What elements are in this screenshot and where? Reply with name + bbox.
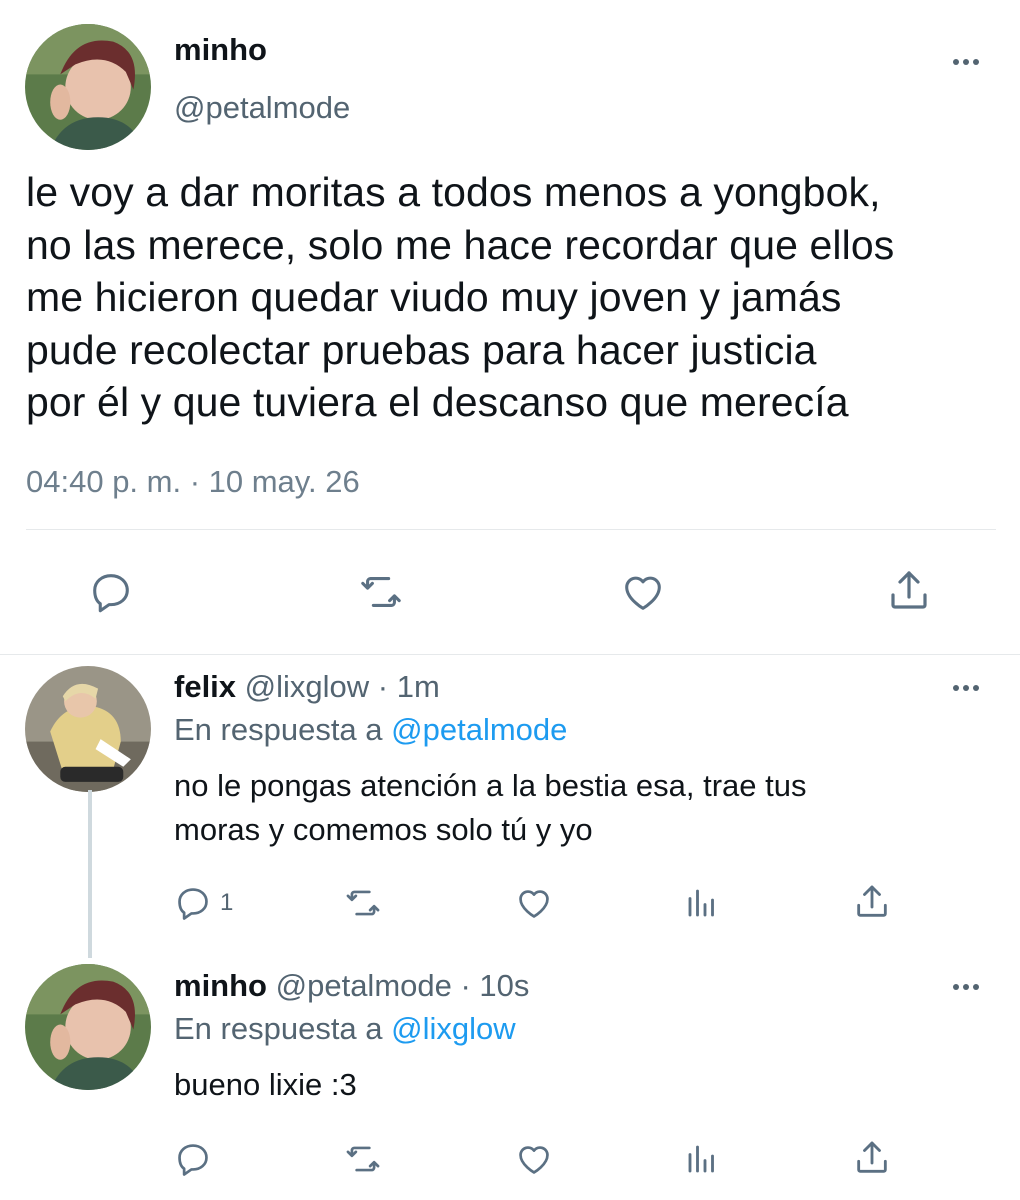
like-icon <box>519 890 549 918</box>
tweet-text-line: pude recolectar pruebas para hacer justi… <box>26 326 817 373</box>
analytics-icon <box>688 1145 714 1173</box>
share-icon <box>891 571 927 609</box>
reply-icon <box>93 574 129 613</box>
retweet-button[interactable] <box>343 1140 383 1178</box>
reply-count: 1 <box>220 889 234 916</box>
avatar-minho-main[interactable] <box>25 24 151 150</box>
like-icon <box>625 576 661 610</box>
more-options-icon[interactable] <box>946 678 986 698</box>
tweet-text: le voy a dar moritas a todos menos a yon… <box>26 166 1011 429</box>
reply-author-handle[interactable]: @petalmode <box>276 968 452 1003</box>
reply-header: felix @lixglow · 1m <box>174 667 440 707</box>
reply-author-name[interactable]: felix <box>174 669 236 704</box>
author-name[interactable]: minho <box>174 30 267 70</box>
reply-icon <box>178 1144 208 1176</box>
replying-to: En respuesta a @lixglow <box>174 1009 516 1049</box>
replying-to-prefix: En respuesta a <box>174 712 383 747</box>
more-options-icon[interactable] <box>946 52 986 72</box>
reply-time[interactable]: · 10s <box>461 968 530 1003</box>
reply-author-name[interactable]: minho <box>174 968 267 1003</box>
tweet-text-line: por él y que tuviera el descanso que mer… <box>26 379 849 425</box>
tweet-text-line: me hicieron quedar viudo muy joven y jam… <box>26 274 842 320</box>
thread-line <box>88 790 92 958</box>
divider <box>0 654 1020 655</box>
tweet-timestamp[interactable]: 04:40 p. m. · 10 may. 26 <box>26 460 360 504</box>
reply-time[interactable]: · 1m <box>378 669 440 704</box>
replying-to: En respuesta a @petalmode <box>174 710 567 750</box>
retweet-icon <box>346 1146 380 1172</box>
more-options-icon[interactable] <box>946 977 986 997</box>
like-button[interactable] <box>514 884 554 922</box>
retweet-icon <box>346 890 380 916</box>
share-button[interactable] <box>852 1138 892 1178</box>
tweet-text-line: le voy a dar moritas a todos menos a yon… <box>26 169 881 215</box>
retweet-icon <box>361 577 401 607</box>
analytics-button[interactable] <box>684 884 720 922</box>
share-icon <box>857 885 887 917</box>
share-icon <box>857 1141 887 1173</box>
analytics-icon <box>688 889 714 917</box>
reply-icon <box>178 888 208 920</box>
reply-button[interactable]: 1 <box>174 884 233 922</box>
avatar-felix[interactable] <box>25 666 151 792</box>
reply-text-line: no le pongas atención a la bestia esa, t… <box>174 768 807 803</box>
divider <box>26 529 996 530</box>
reply-button[interactable] <box>174 1140 212 1178</box>
retweet-button[interactable] <box>357 569 405 615</box>
replying-to-mention[interactable]: @petalmode <box>391 712 567 747</box>
avatar-minho-reply[interactable] <box>25 964 151 1090</box>
replying-to-prefix: En respuesta a <box>174 1011 383 1046</box>
like-icon <box>519 1146 549 1174</box>
reply-text-line: bueno lixie :3 <box>174 1067 357 1102</box>
reply-author-handle[interactable]: @lixglow <box>245 669 370 704</box>
reply-button[interactable] <box>88 569 134 615</box>
author-handle[interactable]: @petalmode <box>174 88 350 128</box>
share-button[interactable] <box>852 882 892 922</box>
like-button[interactable] <box>514 1140 554 1178</box>
retweet-button[interactable] <box>343 884 383 922</box>
like-button[interactable] <box>619 569 667 615</box>
reply-header: minho @petalmode · 10s <box>174 966 529 1006</box>
replying-to-mention[interactable]: @lixglow <box>391 1011 516 1046</box>
reply-text: no le pongas atención a la bestia esa, t… <box>174 764 807 852</box>
tweet-text-line: no las merece, solo me hace recordar que… <box>26 221 895 268</box>
reply-text-line: moras y comemos solo tú y yo <box>174 812 593 847</box>
reply-text: bueno lixie :3 <box>174 1063 357 1107</box>
share-button[interactable] <box>885 567 933 615</box>
analytics-button[interactable] <box>684 1140 720 1178</box>
